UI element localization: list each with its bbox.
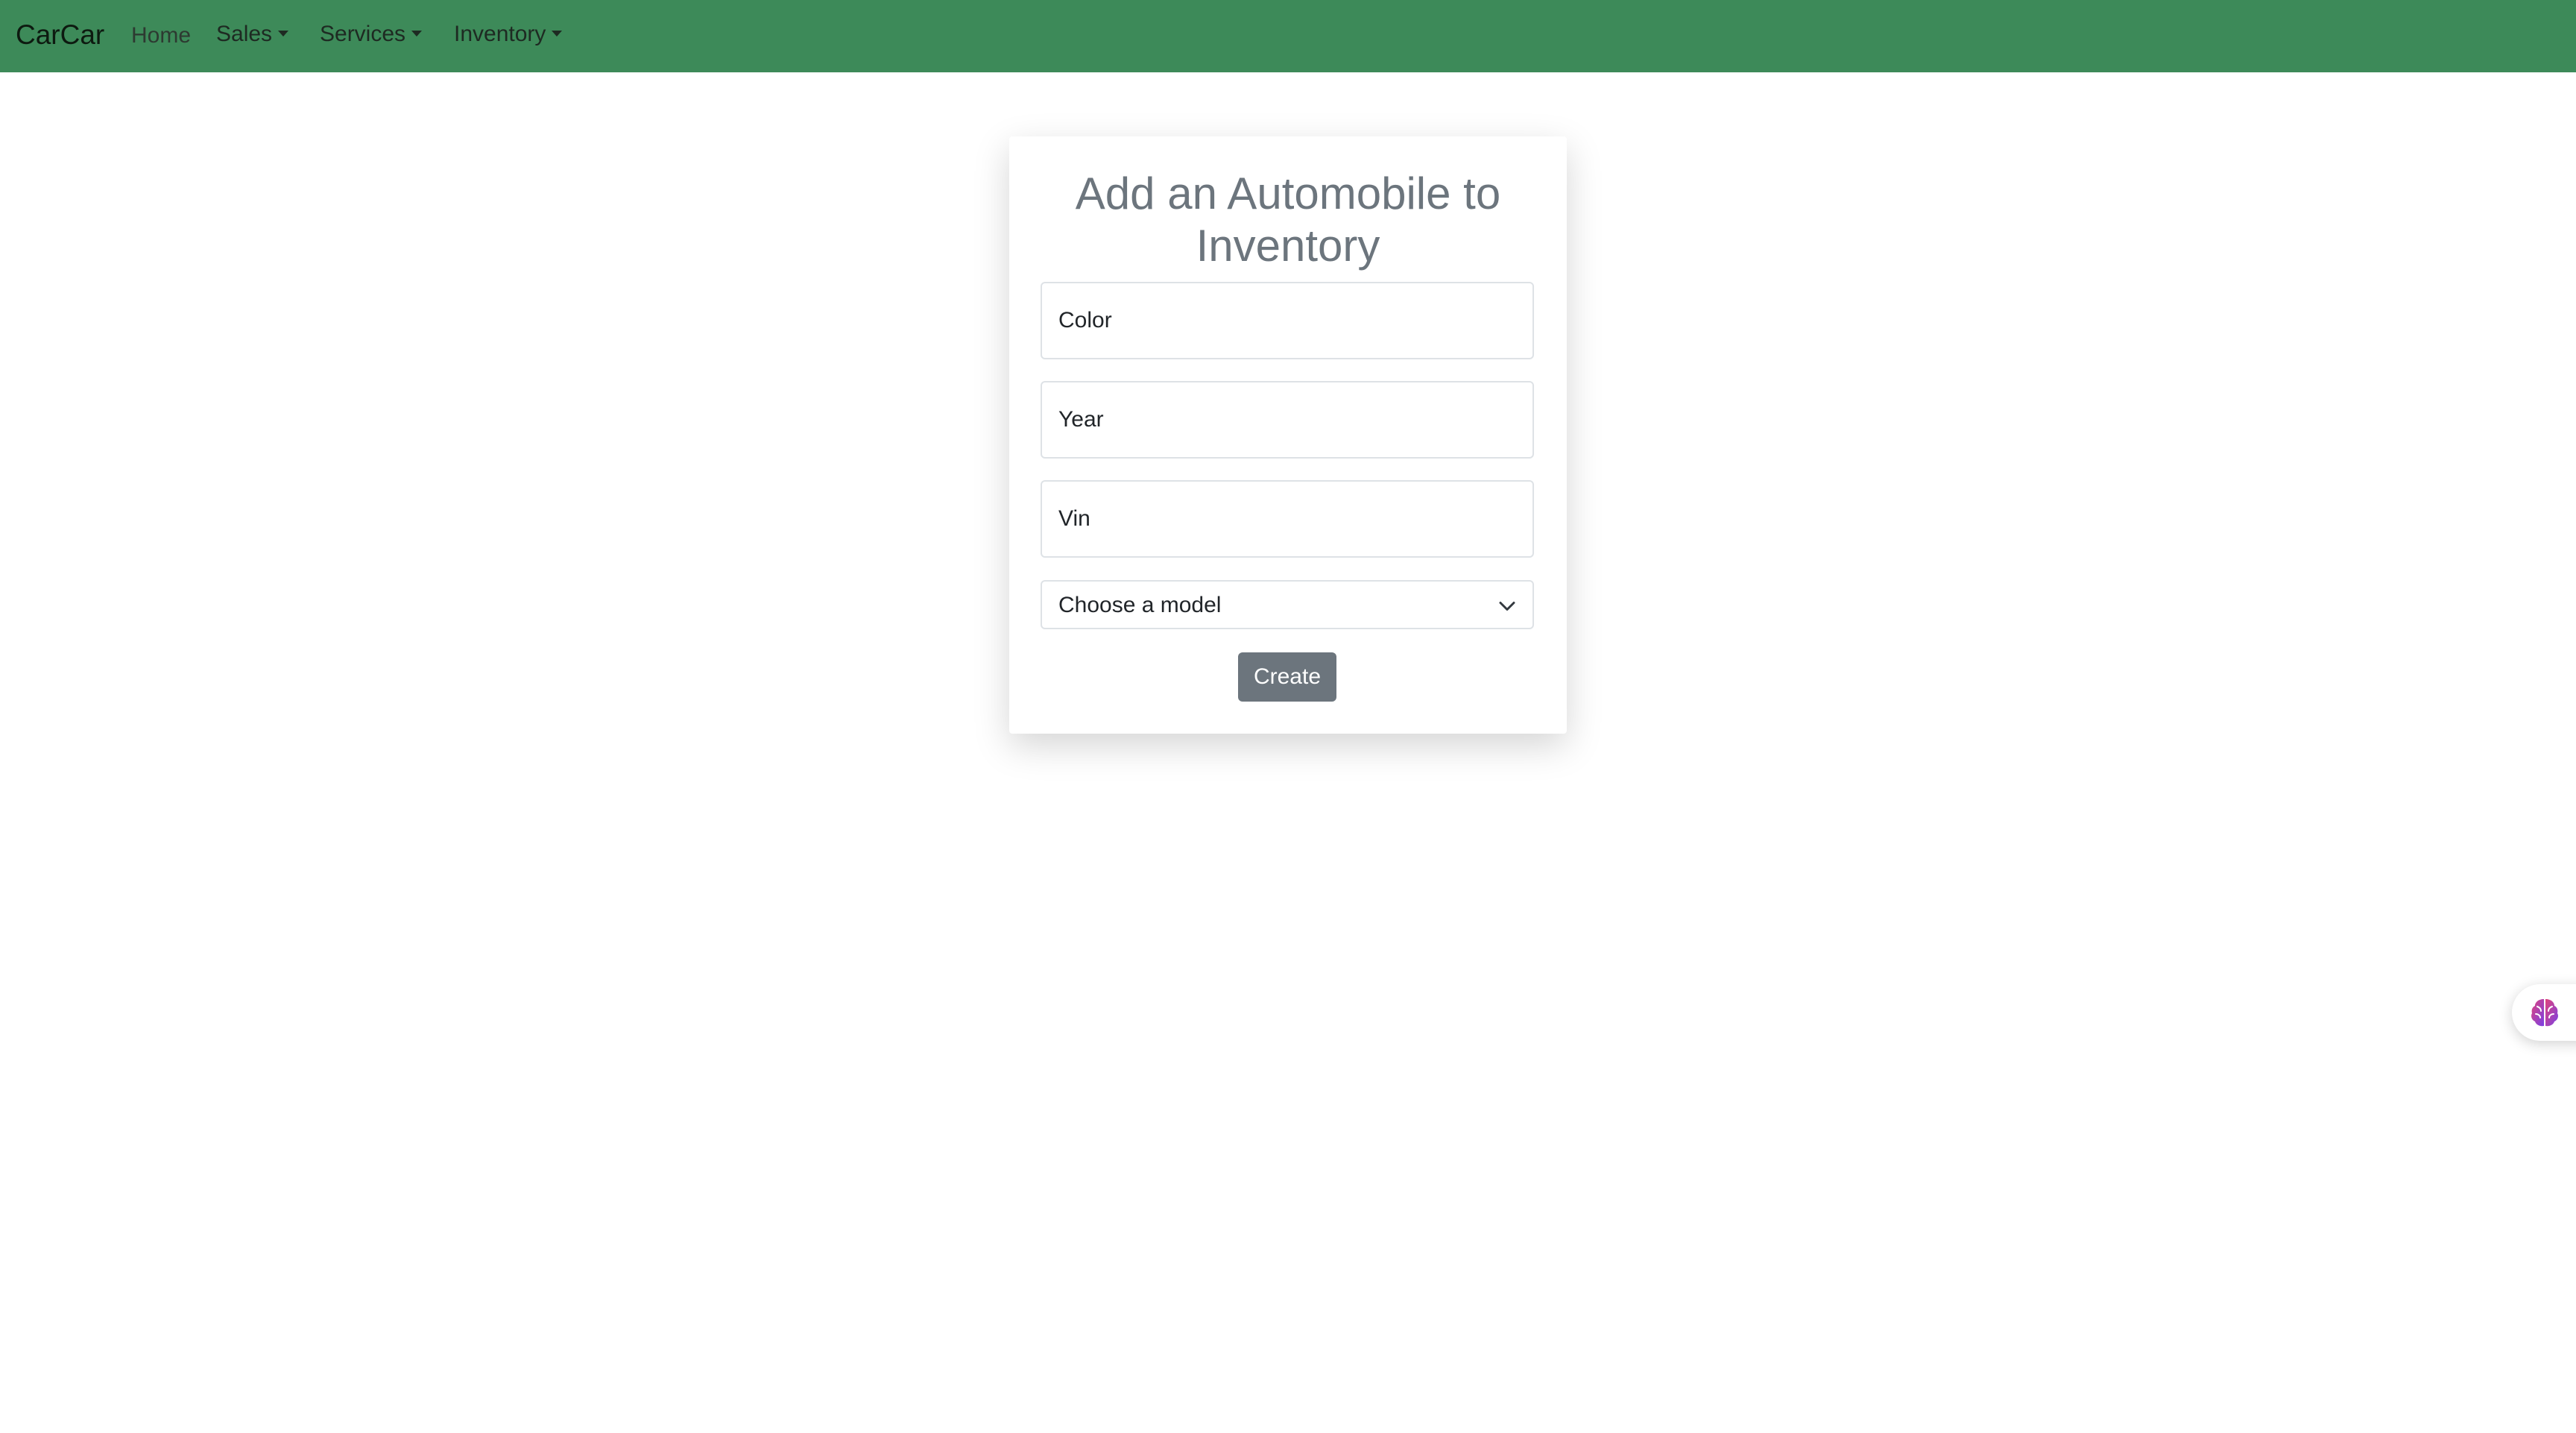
nav-inventory-label: Inventory	[454, 22, 546, 46]
assistant-widget-button[interactable]	[2512, 984, 2576, 1041]
model-select-value: Choose a model	[1058, 593, 1222, 617]
chevron-down-icon	[1499, 602, 1515, 611]
vin-input[interactable]: Vin	[1041, 480, 1534, 558]
vin-floating-label: Vin	[1058, 506, 1090, 531]
color-floating-label: Color	[1058, 308, 1112, 333]
color-input[interactable]: Color	[1041, 282, 1534, 359]
nav-inventory-dropdown[interactable]: Inventory	[454, 19, 563, 49]
top-navbar: CarCar Home Sales Services Inventory	[0, 0, 2576, 72]
brain-icon	[2531, 999, 2558, 1027]
nav-home-link[interactable]: Home	[131, 21, 191, 51]
model-select[interactable]: Choose a model	[1041, 580, 1534, 629]
caret-down-icon	[411, 31, 423, 37]
automobile-form-card: Add an Automobile to Inventory Color Yea…	[1009, 136, 1567, 734]
caret-down-icon	[278, 31, 289, 37]
caret-down-icon	[552, 31, 563, 37]
nav-sales-dropdown[interactable]: Sales	[216, 19, 289, 49]
brand-link[interactable]: CarCar	[16, 18, 104, 52]
nav-services-dropdown[interactable]: Services	[320, 19, 423, 49]
create-button[interactable]: Create	[1238, 652, 1336, 702]
nav-services-label: Services	[320, 22, 406, 46]
year-input[interactable]: Year	[1041, 381, 1534, 459]
nav-sales-label: Sales	[216, 22, 273, 46]
year-floating-label: Year	[1058, 407, 1104, 432]
form-title: Add an Automobile to Inventory	[1075, 169, 1501, 271]
